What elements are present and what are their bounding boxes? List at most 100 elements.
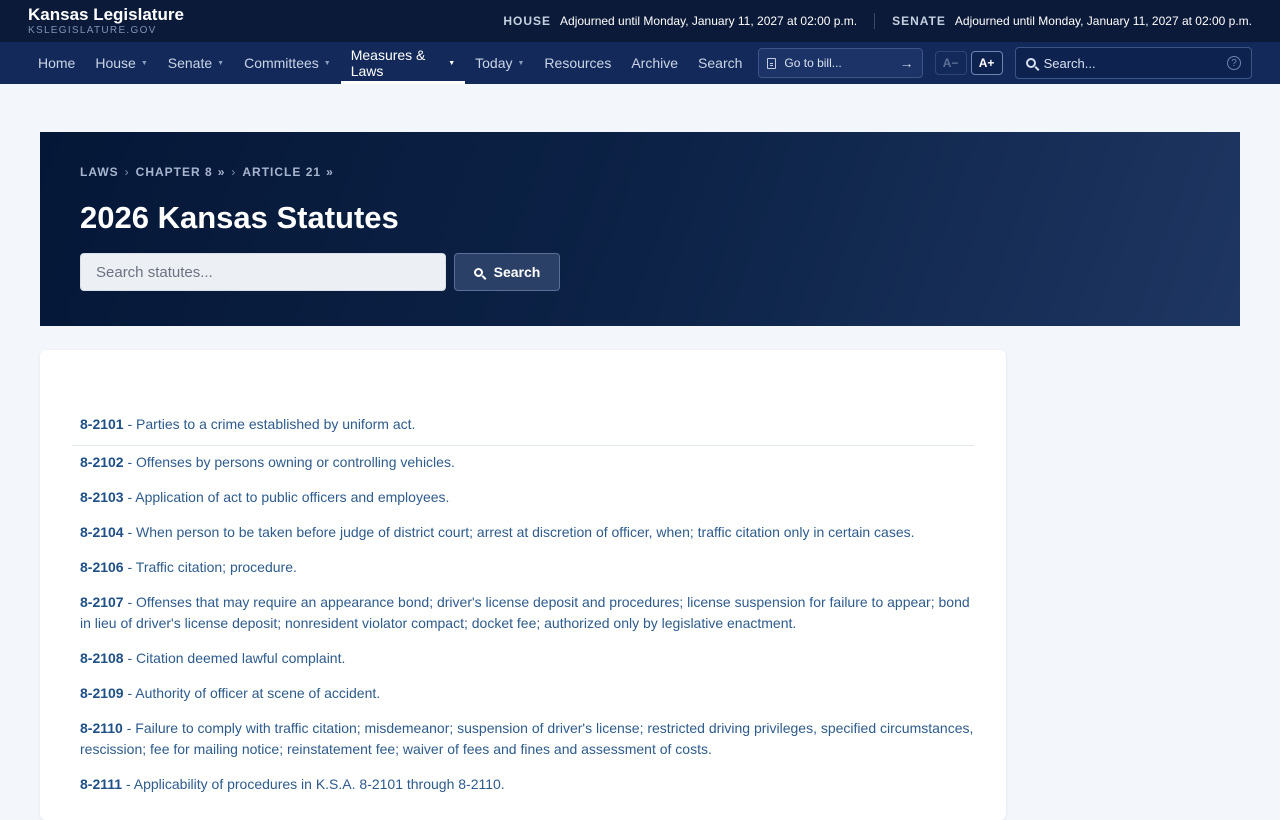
statute-title[interactable]: Citation deemed lawful complaint. [136, 650, 345, 666]
statute-title[interactable]: Failure to comply with traffic citation;… [80, 720, 973, 757]
house-status: Adjourned until Monday, January 11, 2027… [560, 14, 858, 28]
nav-item-measures-laws[interactable]: Measures & Laws ▼ [340, 42, 466, 84]
senate-status: Adjourned until Monday, January 11, 2027… [954, 14, 1252, 28]
statute-separator: - [123, 489, 136, 505]
nav-item-label: Today [475, 55, 513, 71]
nav-item-home[interactable]: Home [28, 42, 85, 84]
statute-title[interactable]: Applicability of procedures in K.S.A. 8-… [134, 776, 505, 792]
statute-link[interactable]: 8-2104 - When person to be taken before … [80, 522, 974, 543]
arrow-right-icon[interactable]: → [900, 55, 914, 71]
main-nav: Home House ▼ Senate ▼ Committees ▼ Measures & L… [0, 42, 1280, 84]
breadcrumb-separator: › [124, 165, 130, 179]
brand-subtitle: KSLEGISLATURE.GOV [28, 24, 157, 36]
caret-down-icon: ▼ [217, 59, 225, 67]
statute-separator: - [123, 416, 137, 432]
brand[interactable]: Kansas Legislature KSLEGISLATURE.GOV [28, 5, 184, 37]
top-bar: Kansas Legislature KSLEGISLATURE.GOV HOU… [0, 0, 1280, 42]
breadcrumb-separator: › [231, 165, 237, 179]
nav-items: Home House ▼ Senate ▼ Committees ▼ Measures & L… [28, 42, 752, 84]
document-icon [767, 57, 777, 69]
statute-title[interactable]: Authority of officer at scene of acciden… [135, 685, 380, 701]
breadcrumb-item[interactable]: CHAPTER 8 [136, 165, 213, 179]
statute-search-button[interactable]: Search [454, 253, 560, 291]
session-status: HOUSE Adjourned until Monday, January 11… [503, 13, 1252, 29]
nav-item-label: Home [38, 55, 76, 71]
status-divider [874, 13, 876, 29]
nav-item-label: Search [698, 55, 743, 71]
caret-down-icon: ▼ [448, 59, 456, 67]
statute-title[interactable]: Parties to a crime established by unifor… [136, 416, 415, 432]
nav-item-committees[interactable]: Committees ▼ [234, 42, 341, 84]
nav-item-label: House [95, 55, 136, 71]
statute-number[interactable]: 8-2103 [80, 489, 124, 505]
statute-link[interactable]: 8-2109 - Authority of officer at scene o… [80, 683, 974, 704]
nav-item-today[interactable]: Today ▼ [465, 42, 534, 84]
statute-title[interactable]: Traffic citation; procedure. [136, 559, 297, 575]
statute-number[interactable]: 8-2101 [80, 416, 124, 432]
nav-item-label: Resources [544, 55, 612, 71]
statute-title[interactable]: Offenses that may require an appearance … [80, 594, 970, 631]
breadcrumb-item[interactable]: LAWS [80, 165, 119, 179]
nav-item-resources[interactable]: Resources [534, 42, 621, 84]
statute-number[interactable]: 8-2111 [80, 776, 122, 792]
statute-number[interactable]: 8-2104 [80, 524, 124, 540]
statute-link[interactable]: 8-2107 - Offenses that may require an ap… [80, 592, 974, 634]
nav-item-label: Senate [167, 55, 213, 71]
statute-link[interactable]: 8-2108 - Citation deemed lawful complain… [80, 648, 974, 669]
statutes-hero: LAWS › CHAPTER 8 » › ARTICLE 21 » 2026 Kansas … [40, 132, 1240, 326]
statute-link[interactable]: 8-2110 - Failure to comply with traffic … [80, 718, 974, 760]
nav-item-house[interactable]: House ▼ [85, 42, 157, 84]
nav-item-label: Measures & Laws [350, 47, 426, 79]
senate-label: SENATE [892, 14, 946, 28]
statute-link[interactable]: 8-2101 - Parties to a crime established … [72, 414, 974, 446]
decrease-font-button[interactable]: A− [934, 51, 967, 75]
statute-search-button-label: Search [493, 264, 541, 280]
statute-number[interactable]: 8-2110 [80, 720, 123, 736]
breadcrumb: LAWS › CHAPTER 8 » › ARTICLE 21 » [80, 165, 1200, 179]
nav-item-senate[interactable]: Senate ▼ [158, 42, 234, 84]
statute-separator: - [123, 594, 137, 610]
search-icon [1025, 58, 1036, 68]
statute-title[interactable]: When person to be taken before judge of … [136, 524, 914, 540]
statute-list: 8-2101 - Parties to a crime established … [72, 414, 974, 795]
statute-separator: - [122, 776, 134, 792]
statute-separator: - [123, 454, 137, 470]
search-icon [473, 267, 483, 277]
statute-link[interactable]: 8-2102 - Offenses by persons owning or c… [80, 452, 974, 473]
statute-separator: - [123, 685, 136, 701]
go-to-bill-placeholder: Go to bill... [784, 56, 842, 70]
nav-item-archive[interactable]: Archive [621, 42, 688, 84]
statute-separator: - [123, 524, 137, 540]
statute-link[interactable]: 8-2103 - Application of act to public of… [80, 487, 974, 508]
statute-number[interactable]: 8-2107 [80, 594, 124, 610]
font-size-controls: A− A+ [934, 51, 1003, 75]
nav-item-search[interactable]: Search [688, 42, 752, 84]
brand-title[interactable]: Kansas Legislature [28, 5, 184, 24]
statute-separator: - [123, 559, 136, 575]
help-icon[interactable]: ? [1227, 56, 1241, 70]
statute-separator: - [123, 650, 137, 666]
house-label: HOUSE [503, 14, 552, 28]
statute-link[interactable]: 8-2111 - Applicability of procedures in … [80, 774, 974, 795]
breadcrumb-trail: » [217, 165, 226, 179]
go-to-bill-field[interactable]: Go to bill... → [758, 48, 923, 78]
breadcrumb-trail: » [326, 165, 334, 179]
statute-number[interactable]: 8-2109 [80, 685, 124, 701]
statute-number[interactable]: 8-2108 [80, 650, 124, 666]
statute-separator: - [122, 720, 136, 736]
statutes-card: 8-2101 - Parties to a crime established … [40, 350, 1006, 820]
statute-search-input[interactable] [80, 253, 446, 291]
nav-item-label: Archive [631, 55, 679, 71]
site-search-placeholder: Search... [1043, 55, 1096, 71]
statute-number[interactable]: 8-2102 [80, 454, 124, 470]
statute-link[interactable]: 8-2106 - Traffic citation; procedure. [80, 557, 974, 578]
caret-down-icon: ▼ [517, 59, 525, 67]
site-search-input[interactable]: Search... ? [1014, 47, 1252, 79]
breadcrumb-item[interactable]: ARTICLE 21 [242, 165, 321, 179]
statute-number[interactable]: 8-2106 [80, 559, 124, 575]
statute-search-form: Search [80, 253, 1200, 291]
increase-font-button[interactable]: A+ [970, 51, 1003, 75]
caret-down-icon: ▼ [140, 59, 148, 67]
statute-title[interactable]: Application of act to public officers an… [135, 489, 449, 505]
statute-title[interactable]: Offenses by persons owning or controllin… [136, 454, 455, 470]
